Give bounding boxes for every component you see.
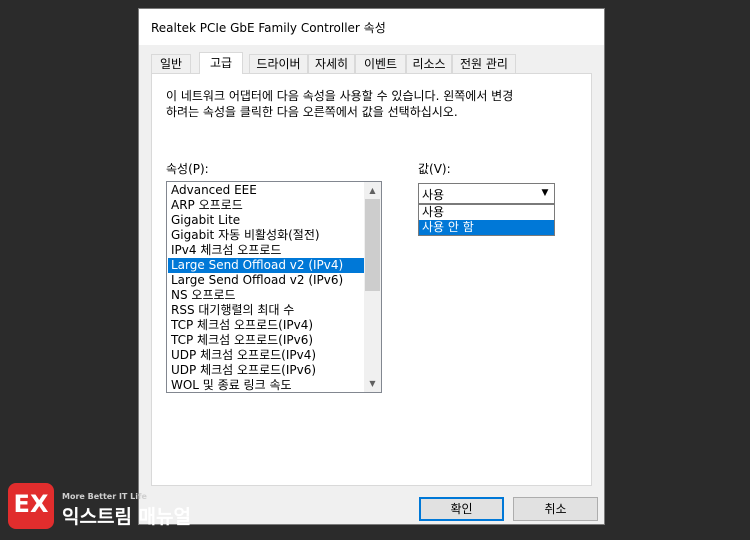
window-title: Realtek PCIe GbE Family Controller 속성 — [151, 21, 386, 35]
list-item[interactable]: TCP 체크섬 오프로드(IPv4) — [168, 318, 364, 333]
title-bar[interactable]: Realtek PCIe GbE Family Controller 속성 — [139, 9, 604, 45]
list-item[interactable]: Gigabit Lite — [168, 213, 364, 228]
tab-resources[interactable]: 리소스 — [406, 54, 452, 73]
list-item-selected[interactable]: Large Send Offload v2 (IPv4) — [168, 258, 364, 273]
description-text: 이 네트워크 어댑터에 다음 속성을 사용할 수 있습니다. 왼쪽에서 변경 하… — [166, 88, 566, 120]
list-item[interactable]: IPv4 체크섬 오프로드 — [168, 243, 364, 258]
tab-driver[interactable]: 드라이버 — [249, 54, 308, 73]
scroll-thumb[interactable] — [365, 199, 380, 291]
value-label: 값(V): — [418, 162, 451, 176]
property-label: 속성(P): — [166, 162, 209, 176]
ok-button[interactable]: 확인 — [419, 497, 504, 521]
list-item[interactable]: ARP 오프로드 — [168, 198, 364, 213]
properties-dialog: Realtek PCIe GbE Family Controller 속성 일반… — [138, 8, 605, 525]
tab-general[interactable]: 일반 — [151, 54, 191, 73]
scroll-down-arrow-icon[interactable]: ▼ — [364, 375, 381, 392]
cancel-button[interactable]: 취소 — [513, 497, 598, 521]
list-item[interactable]: Advanced EEE — [168, 183, 364, 198]
dropdown-option-disabled[interactable]: 사용 안 함 — [419, 220, 554, 235]
tab-details[interactable]: 자세히 — [308, 54, 355, 73]
dropdown-option-enabled[interactable]: 사용 — [419, 205, 554, 220]
advanced-panel: 이 네트워크 어댑터에 다음 속성을 사용할 수 있습니다. 왼쪽에서 변경 하… — [151, 73, 592, 486]
brand-logo-icon: EX — [8, 483, 54, 529]
list-item[interactable]: RSS 대기행렬의 최대 수 — [168, 303, 364, 318]
description-line-1: 이 네트워크 어댑터에 다음 속성을 사용할 수 있습니다. 왼쪽에서 변경 — [166, 89, 514, 103]
list-item[interactable]: Gigabit 자동 비활성화(절전) — [168, 228, 364, 243]
value-dropdown-list[interactable]: 사용 사용 안 함 — [418, 204, 555, 236]
brand-tagline: More Better IT Life — [62, 492, 147, 501]
description-line-2: 하려는 속성을 클릭한 다음 오른쪽에서 값을 선택하십시오. — [166, 105, 458, 119]
brand-name: 익스트림 매뉴얼 — [62, 506, 191, 528]
tab-power-management[interactable]: 전원 관리 — [452, 54, 516, 73]
list-item[interactable]: TCP 체크섬 오프로드(IPv6) — [168, 333, 364, 348]
list-item[interactable]: NS 오프로드 — [168, 288, 364, 303]
property-listbox[interactable]: Advanced EEE ARP 오프로드 Gigabit Lite Gigab… — [166, 181, 382, 393]
combo-current-value: 사용 — [422, 188, 445, 202]
logo-letters: EX — [13, 490, 49, 518]
list-item[interactable]: UDP 체크섬 오프로드(IPv6) — [168, 363, 364, 378]
value-combobox[interactable]: 사용 ▼ — [418, 183, 555, 204]
vertical-scrollbar[interactable]: ▲ ▼ — [364, 182, 381, 392]
tab-advanced[interactable]: 고급 — [199, 52, 243, 74]
chevron-down-icon[interactable]: ▼ — [537, 185, 553, 202]
list-item[interactable]: WOL 및 종료 링크 속도 — [168, 378, 364, 392]
tab-events[interactable]: 이벤트 — [355, 54, 406, 73]
list-item[interactable]: Large Send Offload v2 (IPv6) — [168, 273, 364, 288]
list-item[interactable]: UDP 체크섬 오프로드(IPv4) — [168, 348, 364, 363]
scroll-up-arrow-icon[interactable]: ▲ — [364, 182, 381, 199]
